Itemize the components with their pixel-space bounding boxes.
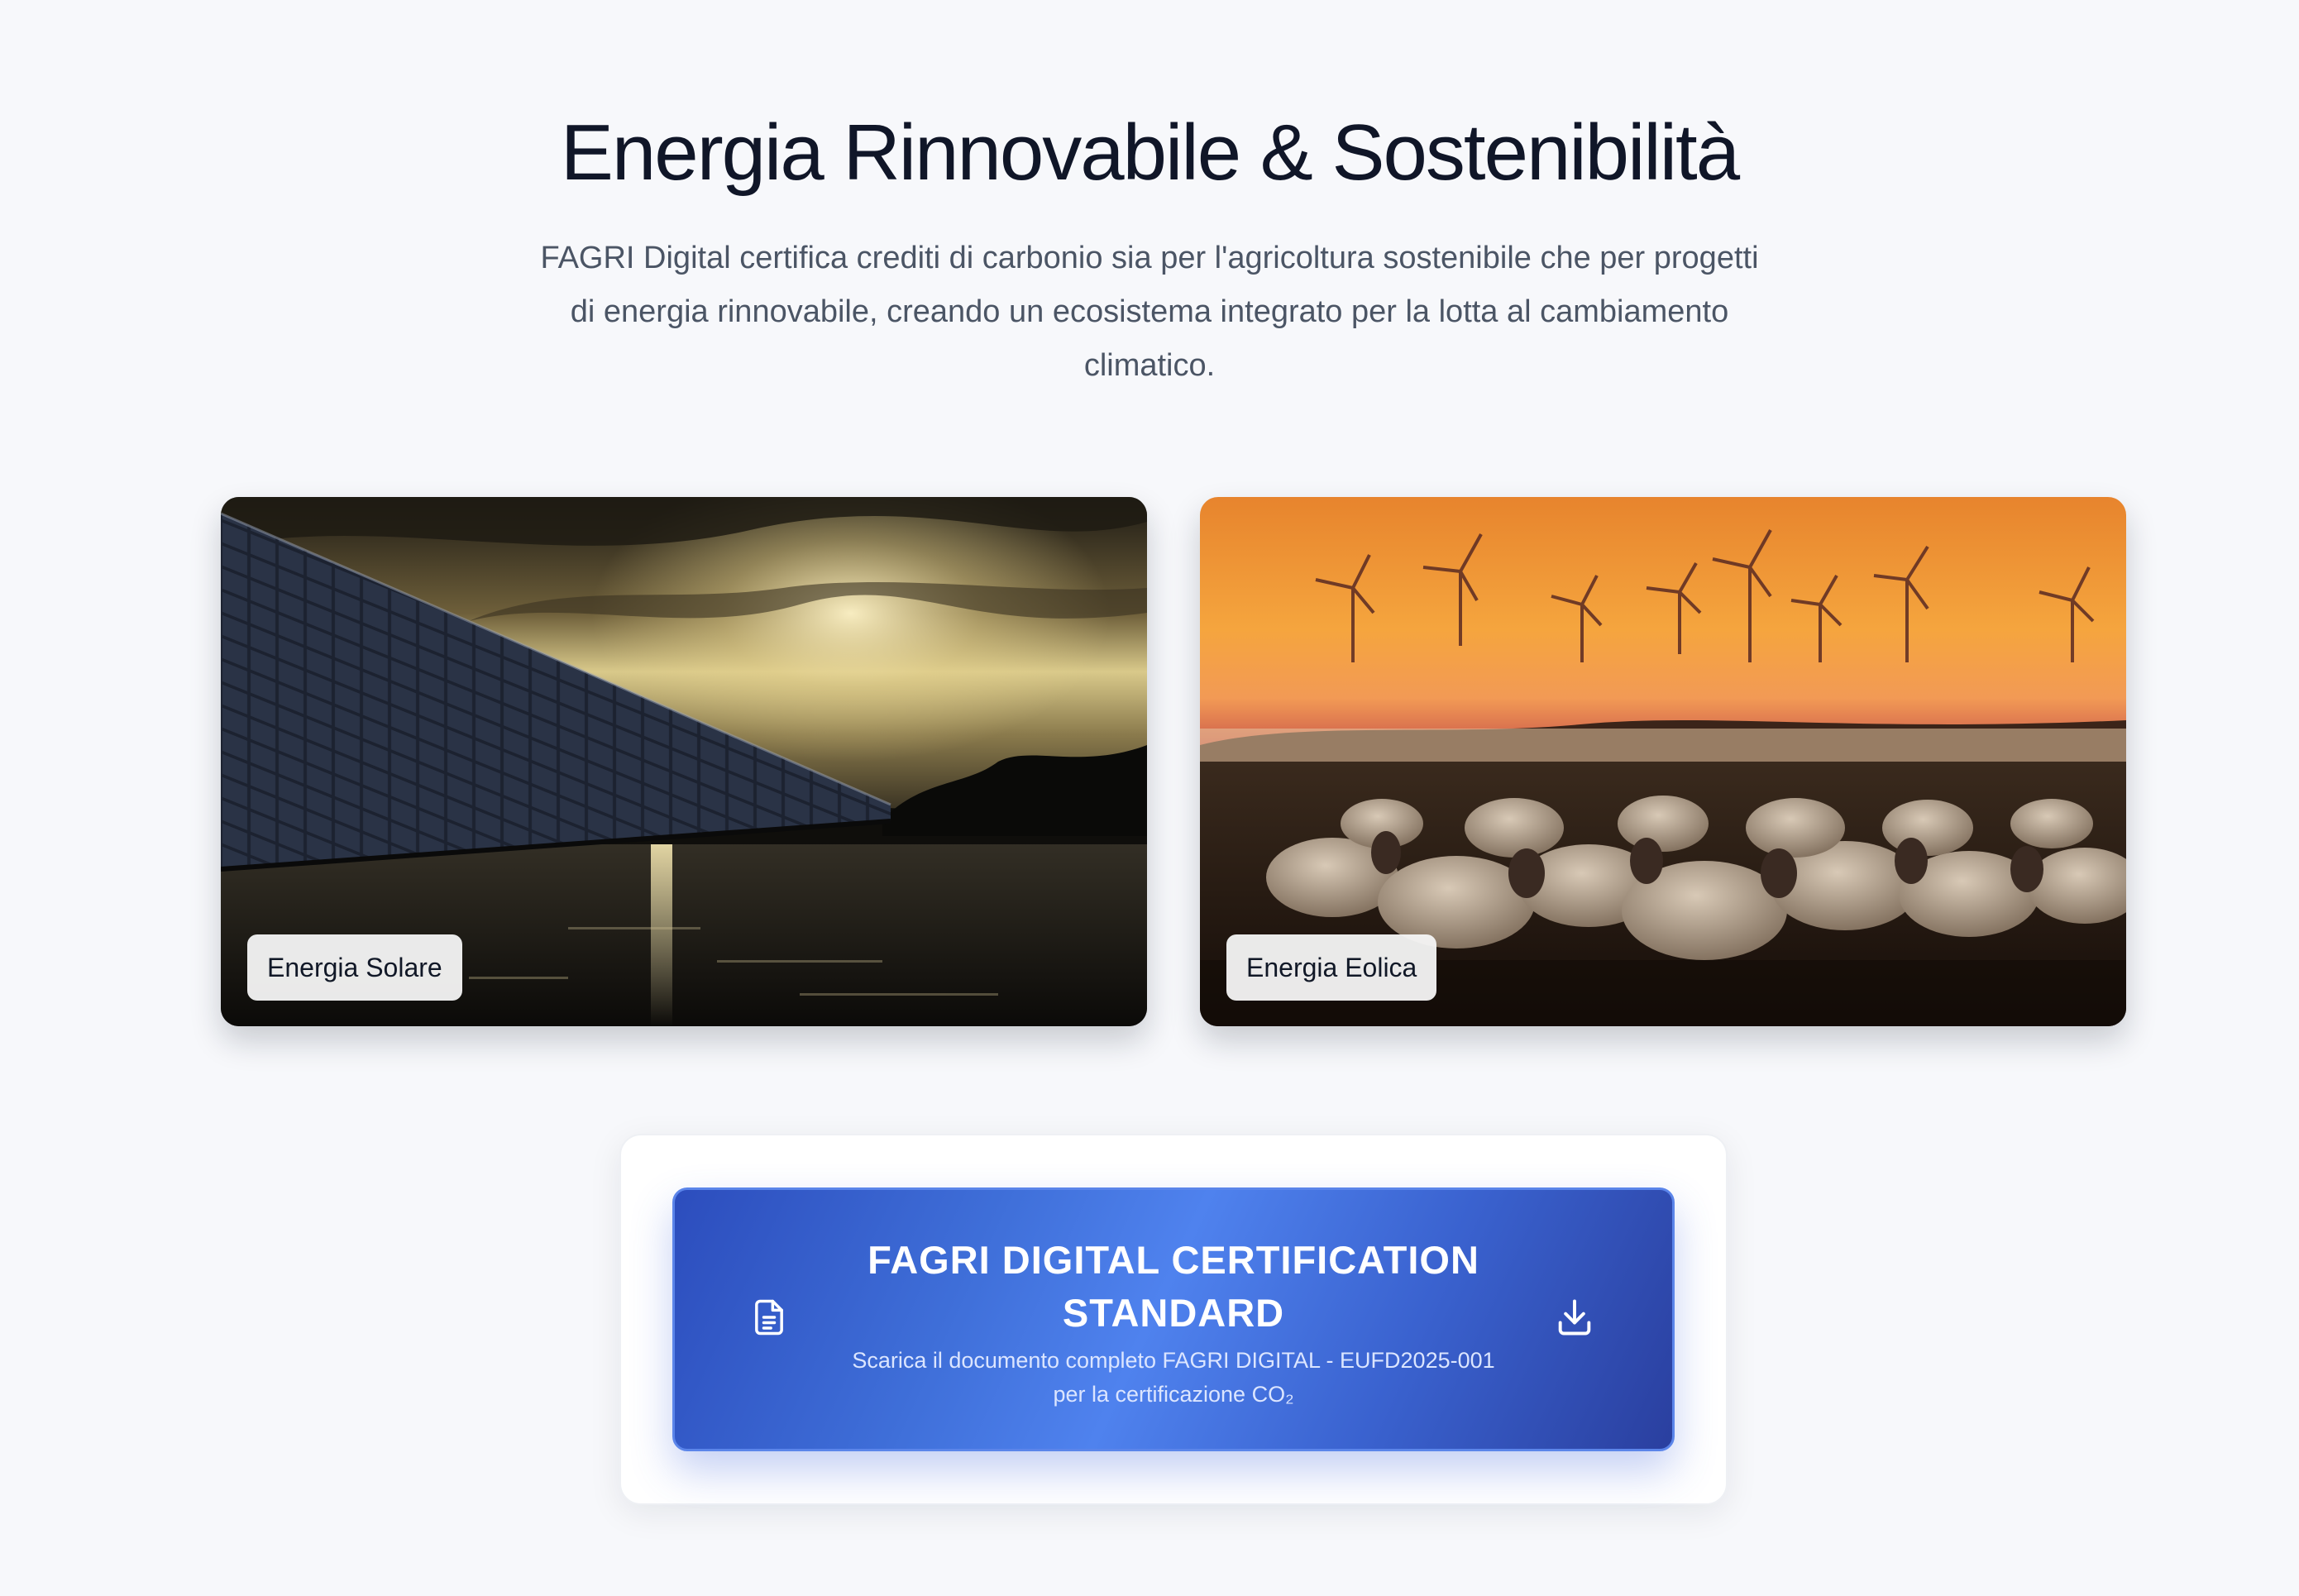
- cta-title-line-2: STANDARD: [1062, 1291, 1285, 1335]
- document-icon: [755, 1299, 783, 1336]
- cta-description: Scarica il documento completo FAGRI DIGI…: [824, 1344, 1523, 1412]
- cta-description-line-2: per la certificazione CO₂: [1053, 1382, 1294, 1407]
- renewable-energy-section: Energia Rinnovabile & Sostenibilità FAGR…: [0, 0, 2299, 1596]
- description-line-2: di energia rinnovabile, creando un ecosi…: [570, 294, 1729, 329]
- cta-title-line-1: FAGRI DIGITAL CERTIFICATION: [868, 1238, 1479, 1282]
- cta-description-line-1: Scarica il documento completo FAGRI DIGI…: [852, 1348, 1495, 1373]
- section-title: Energia Rinnovabile & Sostenibilità: [560, 108, 1740, 197]
- cta-title: FAGRI DIGITAL CERTIFICATION STANDARD: [824, 1234, 1523, 1340]
- description-line-3: climatico.: [1083, 348, 1216, 383]
- description-line-1: FAGRI Digital certifica crediti di carbo…: [540, 241, 1759, 275]
- solar-energy-label: Energia Solare: [247, 934, 462, 1001]
- solar-energy-card[interactable]: Energia Solare: [221, 497, 1147, 1026]
- wind-energy-label: Energia Eolica: [1226, 934, 1437, 1001]
- download-icon[interactable]: [1553, 1296, 1596, 1339]
- download-certification-button[interactable]: FAGRI DIGITAL CERTIFICATION STANDARD Sca…: [672, 1187, 1675, 1451]
- wind-energy-card[interactable]: Energia Eolica: [1200, 497, 2126, 1026]
- section-description: FAGRI Digital certifica crediti di carbo…: [529, 232, 1770, 393]
